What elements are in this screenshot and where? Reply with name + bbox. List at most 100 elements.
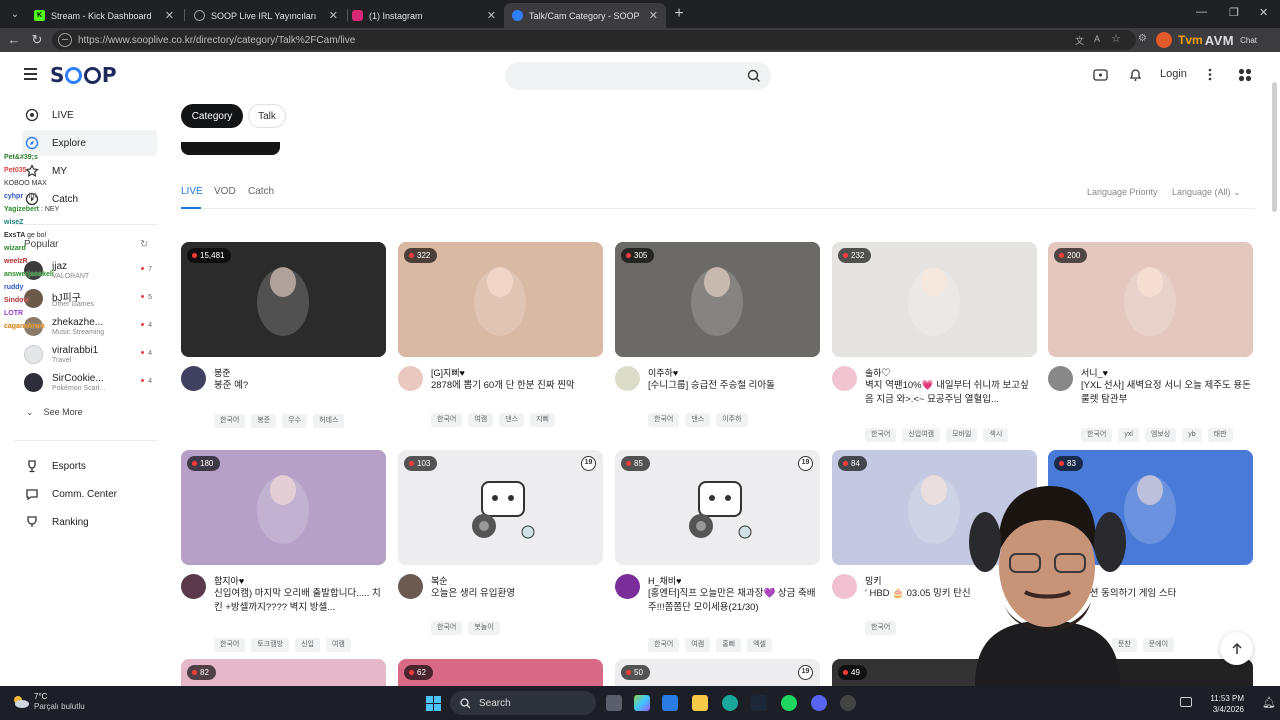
tag-chip[interactable]: 한국어 bbox=[865, 428, 897, 442]
chat-label[interactable]: Chat bbox=[1240, 36, 1257, 45]
sidebar-item-my[interactable]: MY bbox=[22, 158, 157, 184]
tag-chip[interactable]: yxl bbox=[1118, 428, 1139, 442]
stream-thumbnail[interactable]: 180 bbox=[181, 450, 386, 565]
stream-card[interactable]: 180 함지아♥ 신입여캠) 마지막 오리배 출발합니다..... 치킨 +방셀까지… bbox=[181, 450, 386, 652]
tag-chip[interactable]: 한국어 bbox=[431, 413, 463, 427]
stream-thumbnail[interactable]: 103 19 bbox=[398, 450, 603, 565]
tab-list-dropdown-icon[interactable]: ⌄ bbox=[6, 5, 24, 23]
channel-name[interactable]: 이주하♥ bbox=[648, 366, 678, 379]
restore-icon[interactable]: ❐ bbox=[1229, 6, 1239, 19]
stream-thumbnail[interactable]: 85 19 bbox=[615, 450, 820, 565]
channel-name[interactable]: 서니_♥ bbox=[1081, 366, 1108, 379]
soop-logo[interactable]: SP bbox=[50, 63, 117, 87]
stream-thumbnail[interactable]: 62 bbox=[398, 659, 603, 686]
edge-icon[interactable] bbox=[722, 695, 738, 711]
reader-icon[interactable]: A bbox=[1094, 34, 1100, 44]
tag-chip[interactable]: 지삐 bbox=[530, 413, 555, 427]
tag-chip[interactable]: 한국어 bbox=[214, 638, 246, 652]
login-button[interactable]: Login bbox=[1160, 68, 1187, 80]
file-explorer-icon[interactable] bbox=[692, 695, 708, 711]
sidebar-item-explore[interactable]: Explore bbox=[22, 130, 157, 156]
tag-chip[interactable]: 댄스 bbox=[499, 413, 525, 427]
stream-thumbnail[interactable]: 305 bbox=[615, 242, 820, 357]
bell-icon[interactable] bbox=[1129, 68, 1142, 82]
tag-chip[interactable]: 신입 bbox=[295, 638, 320, 652]
steam-icon[interactable] bbox=[751, 695, 767, 711]
sidebar-item-comm-center[interactable]: Comm. Center bbox=[22, 481, 157, 507]
menu-icon[interactable] bbox=[24, 68, 37, 80]
windows-start-icon[interactable] bbox=[426, 696, 441, 711]
scroll-to-top-button[interactable] bbox=[1220, 632, 1253, 665]
avatar[interactable] bbox=[181, 366, 206, 391]
refresh-icon[interactable]: ↻ bbox=[140, 239, 148, 250]
tag-chip[interactable]: 허데스 bbox=[313, 414, 345, 428]
tag-chip[interactable]: 한국어 bbox=[214, 414, 246, 428]
tag-chip[interactable]: 댄스 bbox=[685, 413, 711, 427]
channel-name[interactable]: 밍키 bbox=[865, 574, 882, 587]
tag-chip[interactable]: 문에이 bbox=[1142, 638, 1175, 652]
channel-name[interactable]: H_채비♥ bbox=[648, 574, 681, 587]
stream-title[interactable]: 신입여캠) 마지막 오리배 출발합니다..... 치킨 +방셀까지???? 벽지… bbox=[214, 587, 386, 615]
popular-streamer[interactable]: zhekazhe... Music Streaming 4 bbox=[22, 314, 152, 340]
see-more-button[interactable]: ⌄ See More bbox=[26, 407, 83, 418]
extensions-icon[interactable]: ⚙ bbox=[1138, 33, 1147, 44]
tag-chip[interactable]: 무수 bbox=[282, 414, 308, 428]
close-tab-icon[interactable]: ✕ bbox=[165, 9, 174, 22]
stream-title[interactable]: [홍엔터]직프 오늘만은 채과장💜 상금 축배주!!!쫌쫌단 모이세용(21/3… bbox=[648, 587, 820, 615]
avatar[interactable] bbox=[1048, 366, 1073, 391]
copilot-icon[interactable] bbox=[634, 695, 650, 711]
tag-chip[interactable]: 엠보싱 bbox=[1144, 428, 1177, 442]
stream-title[interactable]: 봉준 예? bbox=[214, 379, 386, 393]
taskbar-clock[interactable]: 11:53 PM 3/4/2026 bbox=[1204, 693, 1244, 715]
channel-name[interactable]: [G]지삐♥ bbox=[431, 366, 465, 379]
avatar[interactable] bbox=[615, 366, 640, 391]
translate-icon[interactable]: 文 bbox=[1075, 34, 1084, 47]
tab-live[interactable]: LIVE bbox=[181, 186, 203, 197]
stream-thumbnail[interactable]: 200 bbox=[1048, 242, 1253, 357]
language-select[interactable]: Language (All) ⌄ bbox=[1172, 187, 1241, 198]
weather-widget[interactable]: 7°C Parçalı bulutlu bbox=[12, 692, 85, 712]
stream-thumbnail[interactable]: 232 bbox=[832, 242, 1037, 357]
discord-icon[interactable] bbox=[811, 695, 827, 711]
channel-name[interactable]: 봉준 bbox=[214, 366, 231, 379]
stream-title[interactable]: [YXL 선사] 새벽요정 서니 오늘 제주도 용돈룰렛 탐관부 bbox=[1081, 379, 1253, 407]
sidebar-item-esports[interactable]: Esports bbox=[22, 453, 157, 479]
broadcast-icon[interactable] bbox=[1093, 68, 1108, 81]
tag-chip[interactable]: 여캠 bbox=[325, 638, 351, 652]
stream-thumbnail[interactable]: 82 bbox=[181, 659, 386, 686]
chip-category[interactable]: Category bbox=[181, 104, 243, 128]
browser-tab-soop-irl[interactable]: SOOP Live IRL Yayıncıları ✕ bbox=[186, 3, 346, 28]
stream-card[interactable]: 322 [G]지삐♥ 2878에 뽑기 60개 단 한분 진짜 찐막 한국어 여캠 댄스 지… bbox=[398, 242, 603, 442]
spotify-icon[interactable] bbox=[781, 695, 797, 711]
tag-chip[interactable]: 한국어 bbox=[1081, 428, 1113, 442]
tag-chip[interactable]: 엑셀 bbox=[747, 638, 772, 652]
store-icon[interactable] bbox=[662, 695, 678, 711]
close-tab-icon[interactable]: ✕ bbox=[649, 9, 658, 22]
avatar[interactable] bbox=[398, 366, 423, 391]
stream-thumbnail[interactable]: 50 19 bbox=[615, 659, 820, 686]
chip-talk[interactable]: Talk bbox=[248, 104, 286, 128]
extension-avm[interactable]: Tvm AVM Chat bbox=[1156, 30, 1257, 50]
tag-chip[interactable]: 홍삐 bbox=[716, 638, 742, 652]
avatar[interactable] bbox=[398, 574, 423, 599]
avatar[interactable] bbox=[832, 574, 857, 599]
stream-card[interactable]: 103 19 복순 오늘은 생리 유입환영 한국어 봇놀이 bbox=[398, 450, 603, 650]
tab-catch[interactable]: Catch bbox=[248, 186, 274, 197]
search-icon[interactable] bbox=[747, 69, 761, 83]
tag-chip[interactable]: 모바일 bbox=[946, 428, 978, 442]
stream-title[interactable]: 오늘은 생리 유입환영 bbox=[431, 587, 603, 601]
tag-chip[interactable]: 한국어 bbox=[648, 413, 680, 427]
stream-card[interactable]: 85 19 H_채비♥ [홍엔터]직프 오늘만은 채과장💜 상금 축배주!!!쫌쫌단 … bbox=[615, 450, 820, 652]
stream-card[interactable]: 305 이주하♥ [수니그룹] 승급전 주승철 리아돌 한국어 댄스 이주하 bbox=[615, 242, 820, 442]
close-tab-icon[interactable]: ✕ bbox=[329, 9, 338, 22]
sidebar-item-live[interactable]: LIVE bbox=[22, 102, 157, 128]
tag-chip[interactable]: 한국어 bbox=[431, 621, 463, 635]
popular-streamer[interactable]: viralrabbi1 Travel 4 bbox=[22, 342, 152, 368]
tag-chip[interactable]: 봇놀이 bbox=[468, 621, 500, 635]
obs-icon[interactable] bbox=[840, 695, 856, 711]
notification-bell-icon[interactable]: 🔔︎ bbox=[1262, 696, 1276, 709]
minimize-icon[interactable]: — bbox=[1196, 6, 1207, 18]
stream-thumbnail[interactable]: 322 bbox=[398, 242, 603, 357]
tag-chip[interactable]: 이주하 bbox=[716, 413, 748, 427]
avatar[interactable] bbox=[615, 574, 640, 599]
